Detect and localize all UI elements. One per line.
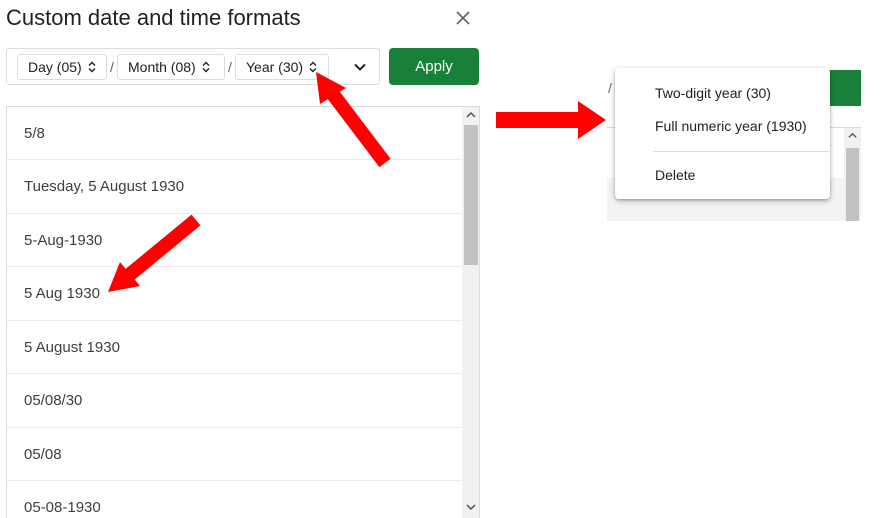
chip-separator: /: [228, 59, 232, 75]
scrollbar-thumb[interactable]: [464, 125, 478, 265]
zoomed-scrollbar-thumb: [846, 148, 859, 221]
menu-item-two-digit-year[interactable]: Two-digit year (30): [655, 85, 771, 101]
menu-item-full-numeric-year[interactable]: Full numeric year (1930): [655, 118, 807, 134]
zoomed-separator: /: [608, 80, 612, 96]
chip-separator: /: [110, 59, 114, 75]
unfold-icon: [202, 61, 210, 73]
chip-year-label: Year (30): [246, 59, 304, 75]
close-icon: [456, 11, 470, 25]
chevron-down-icon: [354, 63, 366, 71]
chip-day[interactable]: Day (05): [17, 54, 107, 80]
format-list-item[interactable]: 5 Aug 1930: [7, 268, 462, 321]
chip-month[interactable]: Month (08): [117, 54, 225, 80]
menu-divider: [653, 151, 829, 152]
format-list-item[interactable]: 5-Aug-1930: [7, 214, 462, 267]
menu-item-delete[interactable]: Delete: [655, 167, 695, 183]
dialog-title: Custom date and time formats: [6, 5, 301, 30]
apply-button[interactable]: Apply: [389, 48, 479, 85]
format-list-item[interactable]: 05/08: [7, 428, 462, 481]
add-format-dropdown[interactable]: [349, 57, 371, 77]
scroll-down-icon[interactable]: [466, 502, 476, 512]
scroll-up-icon: [848, 132, 857, 138]
format-list-item[interactable]: Tuesday, 5 August 1930: [7, 161, 462, 214]
chip-month-label: Month (08): [128, 59, 196, 75]
arrow-to-menu: [496, 101, 606, 139]
year-format-menu: Two-digit year (30) Full numeric year (1…: [615, 68, 830, 199]
list-scrollbar[interactable]: [462, 107, 479, 518]
close-button[interactable]: [451, 6, 475, 30]
chip-day-label: Day (05): [28, 59, 82, 75]
format-list-item[interactable]: 5 August 1930: [7, 321, 462, 374]
format-list: 5/8 Tuesday, 5 August 1930 5-Aug-1930 5 …: [6, 106, 480, 518]
scroll-up-icon[interactable]: [466, 110, 476, 120]
unfold-icon: [88, 61, 96, 73]
unfold-icon: [309, 61, 317, 73]
format-bar: Day (05) / Month (08) / Year (30): [6, 48, 380, 85]
format-list-item[interactable]: 5/8: [7, 107, 462, 160]
format-list-item[interactable]: 05/08/30: [7, 375, 462, 428]
chip-year[interactable]: Year (30): [235, 54, 329, 80]
zoomed-scrollbar: [844, 128, 861, 221]
format-list-item[interactable]: 05-08-1930: [7, 482, 462, 518]
